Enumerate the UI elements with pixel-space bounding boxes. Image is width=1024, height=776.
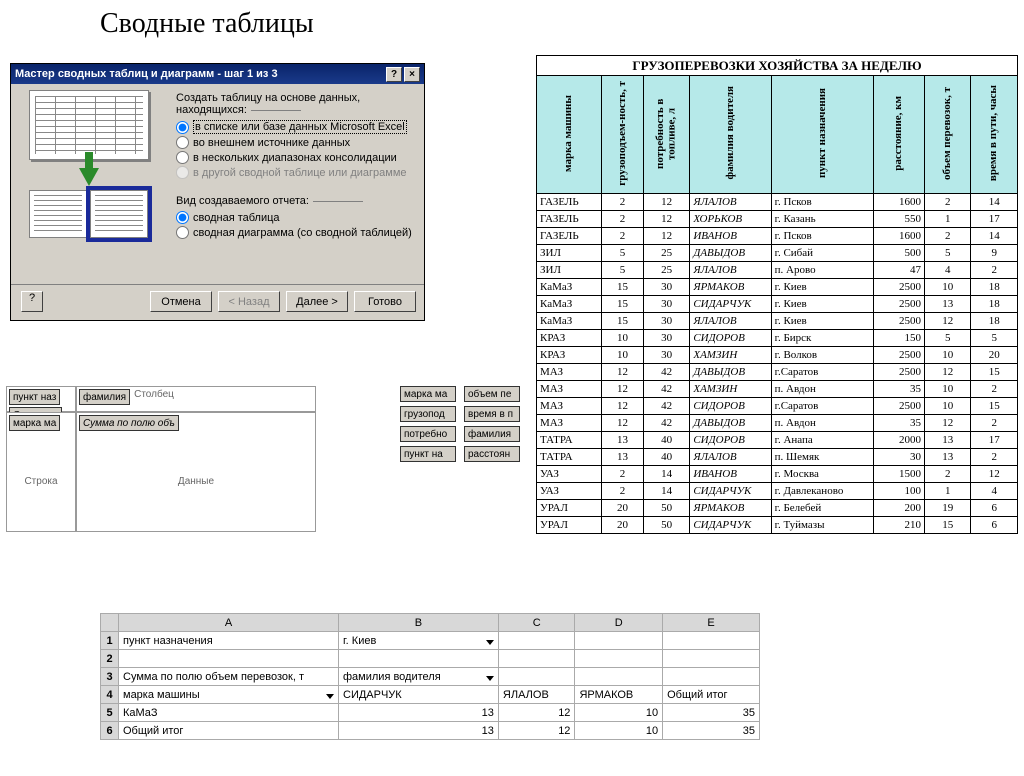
- pivot-wizard-dialog: Мастер сводных таблиц и диаграмм - шаг 1…: [10, 63, 425, 321]
- pivot-col-header: C: [498, 614, 575, 632]
- column-header: потребность в топливе, л: [643, 76, 689, 194]
- next-button[interactable]: Далее >: [286, 291, 348, 312]
- row-drop-zone[interactable]: марка ма Строка: [6, 412, 76, 532]
- pivot-row: 1пункт назначенияг. Киев: [101, 632, 760, 650]
- column-drop-zone[interactable]: фамилия Столбец: [76, 386, 316, 412]
- table-row: КаМаЗ1530СИДАРЧУКг. Киев25001318: [537, 296, 1018, 313]
- field-pill[interactable]: расстоян: [464, 446, 520, 462]
- field-pill[interactable]: потребно: [400, 426, 456, 442]
- pivot-col-header: A: [119, 614, 339, 632]
- dropdown-icon[interactable]: [486, 640, 494, 645]
- dropdown-icon[interactable]: [486, 676, 494, 681]
- field-pill[interactable]: объем пе: [464, 386, 520, 402]
- help-button[interactable]: ?: [21, 291, 43, 312]
- pivot-col-header: [101, 614, 119, 632]
- data-source-label: Создать таблицу на основе данных, находя…: [176, 92, 414, 116]
- table-row: ТАТРА1340ЯЛАЛОВп. Шемяк30132: [537, 449, 1018, 466]
- column-header: фамилия водителя: [690, 76, 771, 194]
- column-header: время в пути, часы: [971, 76, 1018, 194]
- pivot-row: 5КаМаЗ13121035: [101, 704, 760, 722]
- table-row: МАЗ1242ХАМЗИНп. Авдон35102: [537, 381, 1018, 398]
- column-header: пункт назначения: [771, 76, 873, 194]
- column-header: объем перевозок, т: [925, 76, 971, 194]
- table-row: КаМаЗ1530ЯЛАЛОВг. Киев25001218: [537, 313, 1018, 330]
- field-list: марка ма объем пе грузопод время в п потребн…: [400, 386, 524, 462]
- table-row: УРАЛ2050СИДАРЧУКг. Туймазы210156: [537, 517, 1018, 534]
- row-field-pill[interactable]: марка ма: [9, 415, 60, 431]
- data-label: Данные: [79, 433, 313, 529]
- field-pill[interactable]: фамилия: [464, 426, 520, 442]
- column-label: Столбец: [134, 389, 174, 400]
- pivot-row: 3Сумма по полю объем перевозок, тфамилия…: [101, 668, 760, 686]
- page-title: Сводные таблицы: [100, 8, 1024, 40]
- table-row: ГАЗЕЛЬ212ХОРЬКОВг. Казань550117: [537, 211, 1018, 228]
- table-row: МАЗ1242СИДОРОВг.Саратов25001015: [537, 398, 1018, 415]
- pivot-row: 2: [101, 650, 760, 668]
- pivot-row: 4марка машиныСИДАРЧУКЯЛАЛОВЯРМАКОВОбщий …: [101, 686, 760, 704]
- column-header: расстояние, км: [873, 76, 924, 194]
- table-row: ТАТРА1340СИДОРОВг. Анапа20001317: [537, 432, 1018, 449]
- field-pill[interactable]: пункт на: [400, 446, 456, 462]
- close-icon[interactable]: ×: [404, 67, 420, 82]
- data-drop-zone[interactable]: Сумма по полю объ Данные: [76, 412, 316, 532]
- data-table-title: ГРУЗОПЕРЕВОЗКИ ХОЗЯЙСТВА ЗА НЕДЕЛЮ: [537, 56, 1018, 76]
- table-row: КаМаЗ1530ЯРМАКОВг. Киев25001018: [537, 279, 1018, 296]
- back-button: < Назад: [218, 291, 280, 312]
- titlebar[interactable]: Мастер сводных таблиц и диаграмм - шаг 1…: [11, 64, 424, 84]
- column-header: марка машины: [537, 76, 602, 194]
- finish-button[interactable]: Готово: [354, 291, 416, 312]
- pivot-col-header: E: [663, 614, 760, 632]
- radio-external[interactable]: во внешнем источнике данных: [176, 136, 414, 149]
- radio-other-pivot: в другой сводной таблице или диаграмме: [176, 166, 414, 179]
- table-row: УАЗ214ИВАНОВг. Москва1500212: [537, 466, 1018, 483]
- pivot-row: 6Общий итог13121035: [101, 722, 760, 740]
- field-pill[interactable]: марка ма: [400, 386, 456, 402]
- field-pill[interactable]: время в п: [464, 406, 520, 422]
- help-icon[interactable]: ?: [386, 67, 402, 82]
- page-drop-zone[interactable]: пункт наз Страница: [6, 386, 76, 412]
- radio-consolidation[interactable]: в нескольких диапазонах консолидации: [176, 151, 414, 164]
- column-header: грузоподъем-ность, т: [602, 76, 644, 194]
- radio-excel-list[interactable]: в списке или базе данных Microsoft Excel: [176, 120, 414, 134]
- table-row: УАЗ214СИДАРЧУКг. Давлеканово10014: [537, 483, 1018, 500]
- wizard-illustration: [11, 84, 166, 284]
- radio-pivot-table[interactable]: сводная таблица: [176, 211, 414, 224]
- radio-pivot-chart[interactable]: сводная диаграмма (со сводной таблицей): [176, 226, 414, 239]
- col-field-pill[interactable]: фамилия: [79, 389, 130, 405]
- table-row: МАЗ1242ДАВЫДОВп. Авдон35122: [537, 415, 1018, 432]
- table-row: ЗИЛ525ЯЛАЛОВп. Арово4742: [537, 262, 1018, 279]
- row-label: Строка: [9, 433, 73, 529]
- pivot-col-header: D: [575, 614, 663, 632]
- arrow-down-icon: [79, 168, 99, 186]
- field-pill[interactable]: грузопод: [400, 406, 456, 422]
- cancel-button[interactable]: Отмена: [150, 291, 212, 312]
- table-row: ГАЗЕЛЬ212ЯЛАЛОВг. Псков1600214: [537, 194, 1018, 211]
- dropdown-icon[interactable]: [326, 694, 334, 699]
- report-type-label: Вид создаваемого отчета:: [176, 195, 414, 207]
- data-field-pill[interactable]: Сумма по полю объ: [79, 415, 179, 431]
- pivot-col-header: B: [339, 614, 499, 632]
- page-field-pill[interactable]: пункт наз: [9, 389, 60, 405]
- table-row: КРАЗ1030СИДОРОВг. Бирск15055: [537, 330, 1018, 347]
- pivot-result: ABCDE1пункт назначенияг. Киев23Сумма по …: [100, 613, 760, 740]
- titlebar-title: Мастер сводных таблиц и диаграмм - шаг 1…: [15, 68, 384, 80]
- pivot-layout-panel: пункт наз Страница фамилия Столбец марка…: [6, 386, 396, 532]
- table-row: УРАЛ2050ЯРМАКОВг. Белебей200196: [537, 500, 1018, 517]
- table-row: ГАЗЕЛЬ212ИВАНОВг. Псков1600214: [537, 228, 1018, 245]
- table-row: КРАЗ1030ХАМЗИНг. Волков25001020: [537, 347, 1018, 364]
- table-row: ЗИЛ525ДАВЫДОВг. Сибай50059: [537, 245, 1018, 262]
- table-row: МАЗ1242ДАВЫДОВг.Саратов25001215: [537, 364, 1018, 381]
- source-data-table: ГРУЗОПЕРЕВОЗКИ ХОЗЯЙСТВА ЗА НЕДЕЛЮ марка…: [536, 55, 1018, 534]
